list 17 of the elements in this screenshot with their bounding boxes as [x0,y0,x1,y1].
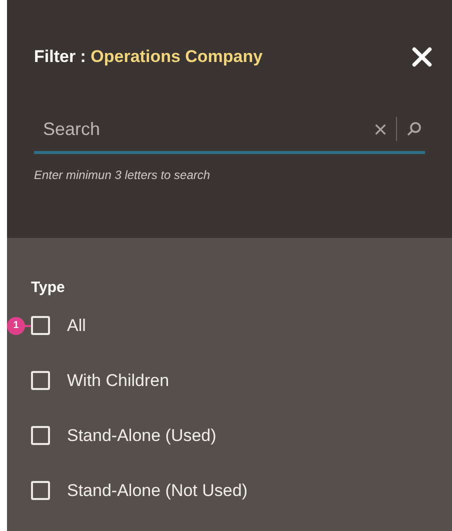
checkbox[interactable] [31,316,50,335]
search-hint: Enter minimun 3 letters to search [34,166,212,184]
clear-icon[interactable] [374,122,387,136]
option-label[interactable]: Stand-Alone (Used) [67,422,216,448]
close-icon [411,46,433,68]
option-label[interactable]: All [67,312,86,338]
option-label[interactable]: With Children [67,368,170,394]
search-icon[interactable] [406,121,422,137]
close-button[interactable] [411,46,433,68]
option-label[interactable]: Stand-Alone (Not Used) [67,478,248,504]
callout-badge: 1 [7,316,25,334]
checkbox[interactable] [31,481,50,500]
checkbox[interactable] [31,426,50,445]
filter-title: Filter : Operations Company [34,46,263,68]
search-field[interactable]: Search [34,108,425,154]
checkbox[interactable] [31,371,50,390]
section-title: Type [31,278,66,298]
